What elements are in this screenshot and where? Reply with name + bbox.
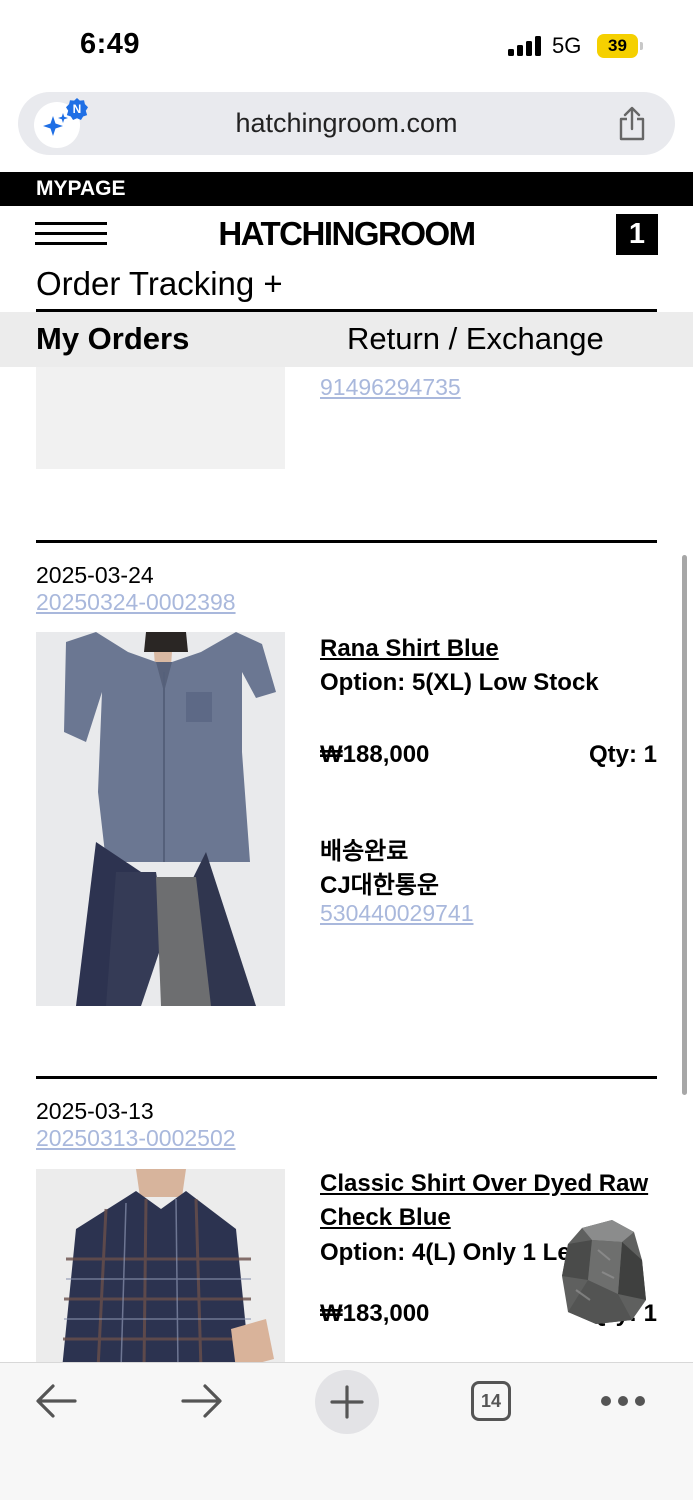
divider — [36, 540, 657, 543]
browser-toolbar: 14 — [0, 1362, 693, 1500]
share-icon[interactable] — [616, 106, 648, 142]
signal-icon — [508, 36, 542, 56]
product-option: Option: 4(L) Only 1 Le — [320, 1239, 571, 1266]
back-arrow-icon[interactable] — [35, 1383, 77, 1419]
battery-level: 39 — [597, 34, 638, 58]
shirt-photo — [36, 632, 285, 1006]
tab-my-orders[interactable]: My Orders — [36, 321, 189, 357]
product-image[interactable] — [36, 1169, 285, 1362]
mypage-label: MYPAGE — [36, 177, 126, 200]
status-time: 6:49 — [80, 28, 141, 60]
product-name-link[interactable]: Rana Shirt Blue — [320, 632, 660, 666]
tracking-link[interactable]: 530440029741 — [320, 900, 474, 927]
order-tabs: My Orders Return / Exchange — [0, 312, 693, 367]
forward-arrow-icon[interactable] — [181, 1383, 223, 1419]
address-bar[interactable]: N hatchingroom.com — [18, 92, 675, 155]
site-logo[interactable]: HATCHINGROOM — [0, 215, 693, 253]
plus-icon — [330, 1385, 364, 1419]
battery-icon: 39 — [597, 34, 643, 58]
url-text[interactable]: hatchingroom.com — [18, 108, 675, 139]
mypage-bar: MYPAGE — [0, 172, 693, 206]
rock-sticker-image[interactable] — [562, 1220, 646, 1324]
product-image[interactable] — [36, 632, 285, 1006]
product-qty: Qty: 1 — [588, 741, 657, 768]
status-bar: 6:49 5G 39 — [0, 0, 693, 90]
tabs-icon[interactable]: 14 — [471, 1381, 511, 1421]
carrier-name: CJ대한통운 — [320, 872, 439, 899]
tab-return-exchange[interactable]: Return / Exchange — [347, 321, 604, 357]
network-label: 5G — [552, 33, 582, 58]
orders-list[interactable]: 91496294735 2025-03-24 20250324-0002398 … — [0, 367, 693, 1362]
order-date: 2025-03-24 — [36, 562, 154, 588]
delivery-status: 배송완료 — [320, 838, 409, 865]
page-title[interactable]: Order Tracking + — [36, 265, 283, 303]
cart-button[interactable]: 1 — [616, 214, 658, 255]
order-number-link[interactable]: 20250324-0002398 — [36, 589, 236, 616]
product-image[interactable] — [36, 367, 285, 469]
order-date: 2025-03-13 — [36, 1098, 154, 1124]
scrollbar[interactable] — [682, 555, 687, 1095]
new-tab-button[interactable] — [315, 1370, 379, 1434]
order-number-link[interactable]: 20250313-0002502 — [36, 1125, 236, 1152]
product-price: ₩183,000 — [320, 1300, 430, 1327]
product-price: ₩188,000 — [320, 741, 430, 768]
product-option: Option: 5(XL) Low Stock — [320, 669, 599, 696]
more-icon[interactable] — [601, 1396, 645, 1406]
shirt-photo — [36, 1169, 285, 1362]
divider — [36, 1076, 657, 1079]
tracking-link[interactable]: 91496294735 — [320, 374, 461, 401]
